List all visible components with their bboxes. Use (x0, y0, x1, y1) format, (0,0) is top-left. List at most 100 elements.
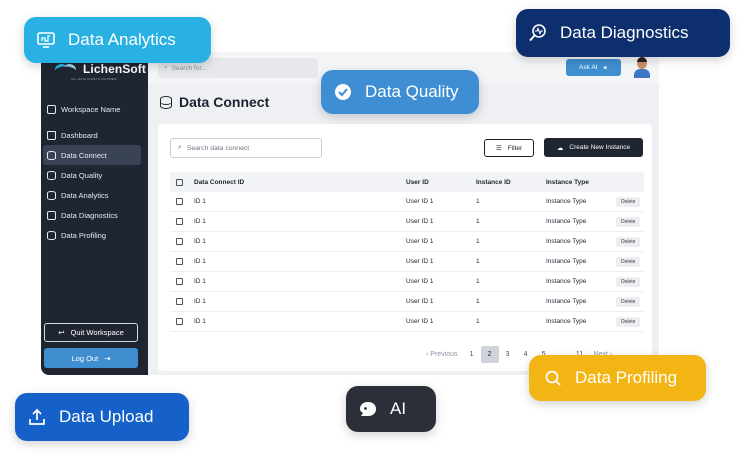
ask-ai-button[interactable]: Ask AI ✦ (566, 59, 621, 76)
cell-instance-id: 1 (476, 298, 480, 305)
cell-user-id: User ID 1 (406, 318, 434, 325)
create-new-instance-button[interactable]: ☁ Create New Instance (544, 138, 643, 157)
data-quality-pill: Data Quality (321, 70, 479, 114)
quit-workspace-button[interactable]: ↩ Quit Workspace (44, 323, 138, 342)
diagnostics-icon (47, 210, 56, 220)
create-label: Create New Instance (569, 144, 631, 151)
delete-button[interactable]: Delete (616, 276, 641, 287)
pill-label: Data Diagnostics (560, 23, 689, 42)
pill-label: Data Quality (365, 82, 459, 101)
row-checkbox[interactable] (176, 198, 183, 205)
brand-tagline: ALL DATA ALWAYS ON-PREM (71, 77, 117, 81)
database-icon (47, 150, 56, 160)
log-out-button[interactable]: Log Out ⇥ (44, 348, 138, 368)
pill-label: AI (390, 399, 407, 418)
search-icon (545, 370, 561, 386)
back-arrow-icon: ↩ (58, 328, 65, 337)
cell-instance-type: Instance Type (546, 278, 587, 285)
table-body: ID 1 User ID 1 1 Instance Type Delete ID 1 Use… (170, 192, 644, 332)
cell-instance-type: Instance Type (546, 258, 587, 265)
sidebar-item-label: Dashboard (61, 130, 98, 140)
delete-button[interactable]: Delete (616, 196, 641, 207)
table-row[interactable]: ID 1 User ID 1 1 Instance Type Delete (170, 232, 644, 252)
delete-button[interactable]: Delete (616, 236, 641, 247)
row-checkbox[interactable] (176, 238, 183, 245)
cell-instance-id: 1 (476, 318, 480, 325)
stage: LichenSoft ALL DATA ALWAYS ON-PREM Works… (0, 0, 745, 462)
sidebar-item-data-profiling[interactable]: Data Profiling (43, 225, 141, 245)
row-checkbox[interactable] (176, 258, 183, 265)
cell-instance-id: 1 (476, 238, 480, 245)
cell-data-connect-id: ID 1 (194, 238, 206, 245)
cell-instance-type: Instance Type (546, 198, 587, 205)
upload-icon (29, 408, 45, 425)
sidebar-item-dashboard[interactable]: Dashboard (43, 125, 141, 145)
brand-logo: LichenSoft (55, 62, 146, 76)
pill-label: Data Upload (59, 407, 154, 426)
sidebar-item-label: Workspace Name (61, 104, 121, 114)
sidebar-item-label: Data Diagnostics (61, 210, 118, 220)
sidebar-item-label: Data Quality (61, 170, 103, 180)
cell-instance-id: 1 (476, 218, 480, 225)
logo-icon (55, 64, 77, 74)
page-title-text: Data Connect (179, 94, 270, 110)
table-row[interactable]: ID 1 User ID 1 1 Instance Type Delete (170, 192, 644, 212)
cloud-upload-icon: ☁ (556, 144, 564, 152)
cell-data-connect-id: ID 1 (194, 278, 206, 285)
cell-user-id: User ID 1 (406, 198, 434, 205)
content-card: ⌕ Search data connect ☰ Filter ☁ Create … (158, 124, 652, 371)
search-data-connect-input[interactable]: ⌕ Search data connect (170, 138, 322, 158)
sidebar-item-data-quality[interactable]: Data Quality (43, 165, 141, 185)
filter-icon: ☰ (495, 145, 502, 152)
sidebar-item-data-connect[interactable]: Data Connect (43, 145, 141, 165)
logout-icon: ⇥ (104, 353, 111, 363)
table-row[interactable]: ID 1 User ID 1 1 Instance Type Delete (170, 252, 644, 272)
data-analytics-pill: Data Analytics (24, 17, 211, 63)
column-header: Data Connect ID (194, 178, 245, 186)
monitor-chart-icon (37, 32, 55, 48)
avatar[interactable] (633, 56, 651, 78)
magnifier-pulse-icon (529, 24, 546, 42)
data-diagnostics-pill: Data Diagnostics (516, 9, 730, 57)
table-row[interactable]: ID 1 User ID 1 1 Instance Type Delete (170, 212, 644, 232)
delete-button[interactable]: Delete (616, 296, 641, 307)
search-icon: ⌕ (178, 144, 182, 151)
page-button[interactable]: 2 (480, 346, 499, 363)
cell-instance-id: 1 (476, 278, 480, 285)
sidebar-item-workspace[interactable]: Workspace Name (43, 99, 141, 119)
brand-name: LichenSoft (83, 62, 146, 76)
row-checkbox[interactable] (176, 298, 183, 305)
cell-user-id: User ID 1 (406, 218, 434, 225)
filter-button[interactable]: ☰ Filter (484, 139, 534, 157)
delete-button[interactable]: Delete (616, 316, 641, 327)
cell-data-connect-id: ID 1 (194, 298, 206, 305)
row-checkbox[interactable] (176, 218, 183, 225)
table-row[interactable]: ID 1 User ID 1 1 Instance Type Delete (170, 312, 644, 332)
column-header: User ID (406, 178, 429, 186)
table-row[interactable]: ID 1 User ID 1 1 Instance Type Delete (170, 292, 644, 312)
select-all-checkbox[interactable] (176, 178, 183, 186)
pill-label: Data Profiling (575, 368, 678, 387)
column-header: Instance Type (546, 178, 589, 186)
sidebar-item-label: Data Connect (61, 150, 107, 160)
sidebar: LichenSoft ALL DATA ALWAYS ON-PREM Works… (41, 52, 148, 375)
cell-instance-type: Instance Type (546, 238, 587, 245)
sidebar-item-data-diagnostics[interactable]: Data Diagnostics (43, 205, 141, 225)
delete-button[interactable]: Delete (616, 256, 641, 267)
cell-data-connect-id: ID 1 (194, 258, 206, 265)
previous-page-button[interactable]: ‹ Previous (421, 351, 463, 358)
page-button[interactable]: 1 (463, 346, 481, 363)
page-button[interactable]: 3 (499, 346, 517, 363)
cell-instance-id: 1 (476, 198, 480, 205)
row-checkbox[interactable] (176, 318, 183, 325)
sidebar-nav: Workspace Name Dashboard Data Connect Da… (43, 99, 141, 245)
cell-user-id: User ID 1 (406, 238, 434, 245)
page-title: Data Connect (160, 94, 269, 110)
table-row[interactable]: ID 1 User ID 1 1 Instance Type Delete (170, 272, 644, 292)
row-checkbox[interactable] (176, 278, 183, 285)
delete-button[interactable]: Delete (616, 216, 641, 227)
cell-data-connect-id: ID 1 (194, 198, 206, 205)
sidebar-item-data-analytics[interactable]: Data Analytics (43, 185, 141, 205)
database-icon (160, 95, 172, 109)
cell-user-id: User ID 1 (406, 298, 434, 305)
